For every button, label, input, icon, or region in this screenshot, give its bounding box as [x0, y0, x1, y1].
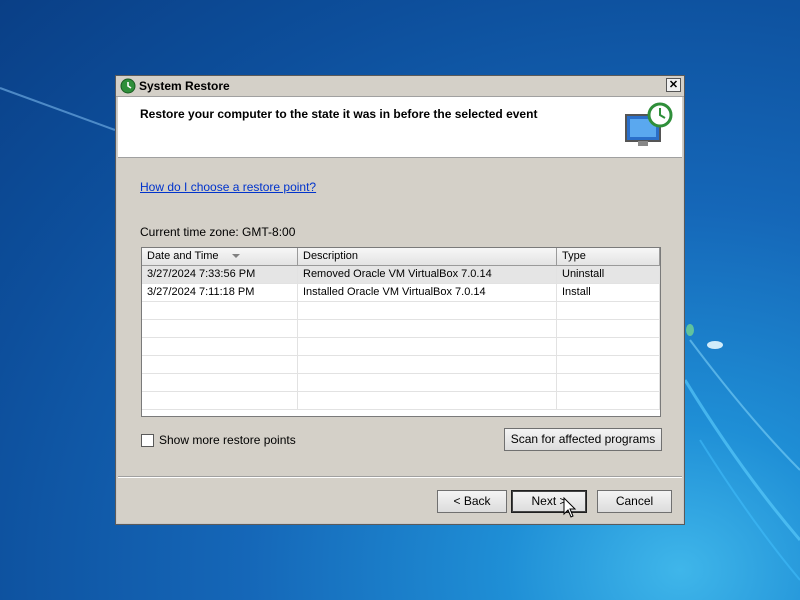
- back-button[interactable]: < Back: [437, 490, 507, 513]
- empty-row: [142, 374, 660, 392]
- row-description: Installed Oracle VM VirtualBox 7.0.14: [298, 284, 557, 301]
- table-row[interactable]: 3/27/2024 7:33:56 PM Removed Oracle VM V…: [142, 266, 660, 284]
- timezone-label: Current time zone: GMT-8:00: [140, 225, 296, 239]
- column-date-label: Date and Time: [147, 250, 219, 262]
- row-type: Uninstall: [557, 266, 660, 283]
- system-restore-monitor-icon: [625, 102, 673, 146]
- title-bar[interactable]: System Restore ✕: [116, 76, 684, 97]
- row-description: Removed Oracle VM VirtualBox 7.0.14: [298, 266, 557, 283]
- empty-row: [142, 320, 660, 338]
- restore-points-list[interactable]: Date and Time Description Type 3/27/2024…: [141, 247, 661, 417]
- column-type-label: Type: [562, 250, 586, 262]
- window-title: System Restore: [139, 79, 230, 93]
- close-button[interactable]: ✕: [666, 78, 681, 92]
- show-more-label: Show more restore points: [159, 433, 296, 447]
- row-date: 3/27/2024 7:33:56 PM: [142, 266, 298, 283]
- column-date-and-time[interactable]: Date and Time: [142, 248, 298, 265]
- show-more-checkbox[interactable]: [141, 433, 154, 447]
- row-type: Install: [557, 284, 660, 301]
- column-description[interactable]: Description: [298, 248, 557, 265]
- column-type[interactable]: Type: [557, 248, 660, 265]
- list-header: Date and Time Description Type: [142, 248, 660, 266]
- scan-affected-programs-button[interactable]: Scan for affected programs: [504, 428, 662, 451]
- cancel-button[interactable]: Cancel: [597, 490, 672, 513]
- help-link[interactable]: How do I choose a restore point?: [140, 180, 316, 194]
- empty-row: [142, 302, 660, 320]
- system-restore-window: System Restore ✕ Restore your computer t…: [115, 75, 685, 525]
- table-row[interactable]: 3/27/2024 7:11:18 PM Installed Oracle VM…: [142, 284, 660, 302]
- empty-row: [142, 392, 660, 410]
- sort-arrow-icon: [231, 254, 240, 259]
- row-date: 3/27/2024 7:11:18 PM: [142, 284, 298, 301]
- page-title: Restore your computer to the state it wa…: [140, 107, 538, 121]
- show-more-restore-points[interactable]: Show more restore points: [141, 433, 296, 447]
- empty-row: [142, 338, 660, 356]
- empty-row: [142, 356, 660, 374]
- system-restore-icon: [120, 78, 136, 94]
- column-description-label: Description: [303, 250, 359, 262]
- mouse-pointer-icon: [563, 497, 577, 518]
- wizard-header: Restore your computer to the state it wa…: [118, 97, 682, 158]
- footer-separator: [118, 476, 682, 478]
